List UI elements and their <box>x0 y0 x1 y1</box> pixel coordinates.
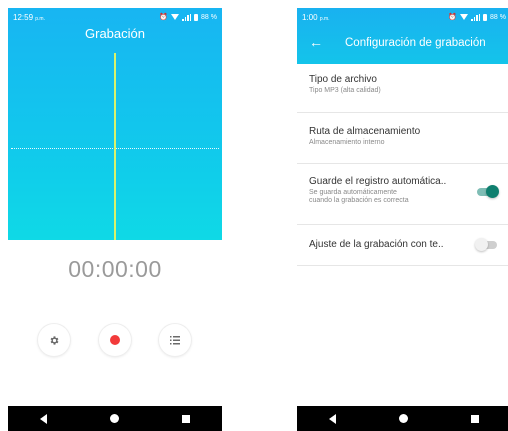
page-title: Grabación <box>85 26 145 41</box>
wifi-icon <box>171 14 180 20</box>
record-icon <box>110 335 120 345</box>
toggle-knob <box>475 238 488 251</box>
setting-subtitle: Tipo MP3 (alta calidad) <box>309 87 381 94</box>
setting-title: Tipo de archivo <box>309 74 377 85</box>
setting-file-type[interactable]: Tipo de archivo Tipo MP3 (alta calidad) <box>297 64 508 113</box>
setting-subtitle-line: cuando la grabación es correcta <box>309 197 409 204</box>
signal-icon <box>471 13 481 21</box>
toggle-knob <box>486 185 499 198</box>
list-icon <box>170 335 180 344</box>
settings-button[interactable] <box>38 324 70 356</box>
app-bar: 1:00 p.m. ⏰ 88 % ← Configuración de grab… <box>297 8 508 64</box>
recording-adjust-toggle[interactable] <box>475 238 497 251</box>
nav-back-icon[interactable] <box>328 413 336 424</box>
navigation-bar <box>8 406 222 431</box>
setting-title: Guarde el registro automática.. <box>309 176 447 187</box>
nav-recent-icon[interactable] <box>471 414 480 423</box>
battery-icon <box>483 13 488 21</box>
waveform-panel: 12:59 p.m. ⏰ 88 % Grabación <box>8 8 222 240</box>
setting-auto-save[interactable]: Guarde el registro automática.. Se guard… <box>297 164 508 225</box>
setting-storage-path[interactable]: Ruta de almacenamiento Almacenamiento in… <box>297 113 508 164</box>
page-title: Configuración de grabación <box>345 37 486 49</box>
nav-recent-icon[interactable] <box>182 414 191 423</box>
recordings-list-button[interactable] <box>159 324 191 356</box>
arrow-left-icon[interactable]: ← <box>309 34 323 50</box>
setting-subtitle: Almacenamiento interno <box>309 139 385 146</box>
status-bar: 1:00 p.m. ⏰ 88 % <box>297 8 508 26</box>
auto-save-toggle[interactable] <box>477 185 499 198</box>
status-icons: ⏰ 88 % <box>159 13 217 21</box>
nav-back-icon[interactable] <box>39 413 47 424</box>
setting-recording-adjust[interactable]: Ajuste de la grabación con te.. <box>297 225 508 266</box>
battery-level: 88 % <box>490 13 506 21</box>
status-icons: ⏰ 88 % <box>448 13 506 21</box>
status-time: 1:00 p.m. <box>302 12 330 22</box>
record-button[interactable] <box>99 324 131 356</box>
settings-list: Tipo de archivo Tipo MP3 (alta calidad) … <box>297 64 508 266</box>
playhead-marker <box>114 53 116 240</box>
alarm-icon: ⏰ <box>448 14 458 21</box>
settings-screen: 1:00 p.m. ⏰ 88 % ← Configuración de grab… <box>297 8 508 431</box>
nav-home-icon[interactable] <box>398 414 408 423</box>
status-time: 12:59 p.m. <box>13 12 45 22</box>
recording-timer: 00:00:00 <box>68 256 162 282</box>
battery-level: 88 % <box>201 13 217 21</box>
navigation-bar <box>297 406 508 431</box>
nav-home-icon[interactable] <box>109 414 119 423</box>
gear-icon <box>50 335 58 345</box>
alarm-icon: ⏰ <box>159 14 169 21</box>
signal-icon <box>182 13 192 21</box>
battery-icon <box>194 13 199 21</box>
status-bar: 12:59 p.m. ⏰ 88 % <box>8 8 222 26</box>
setting-title: Ruta de almacenamiento <box>309 126 421 137</box>
recorder-screen: 12:59 p.m. ⏰ 88 % Grabación 00:00:00 <box>8 8 222 431</box>
wifi-icon <box>460 14 469 20</box>
